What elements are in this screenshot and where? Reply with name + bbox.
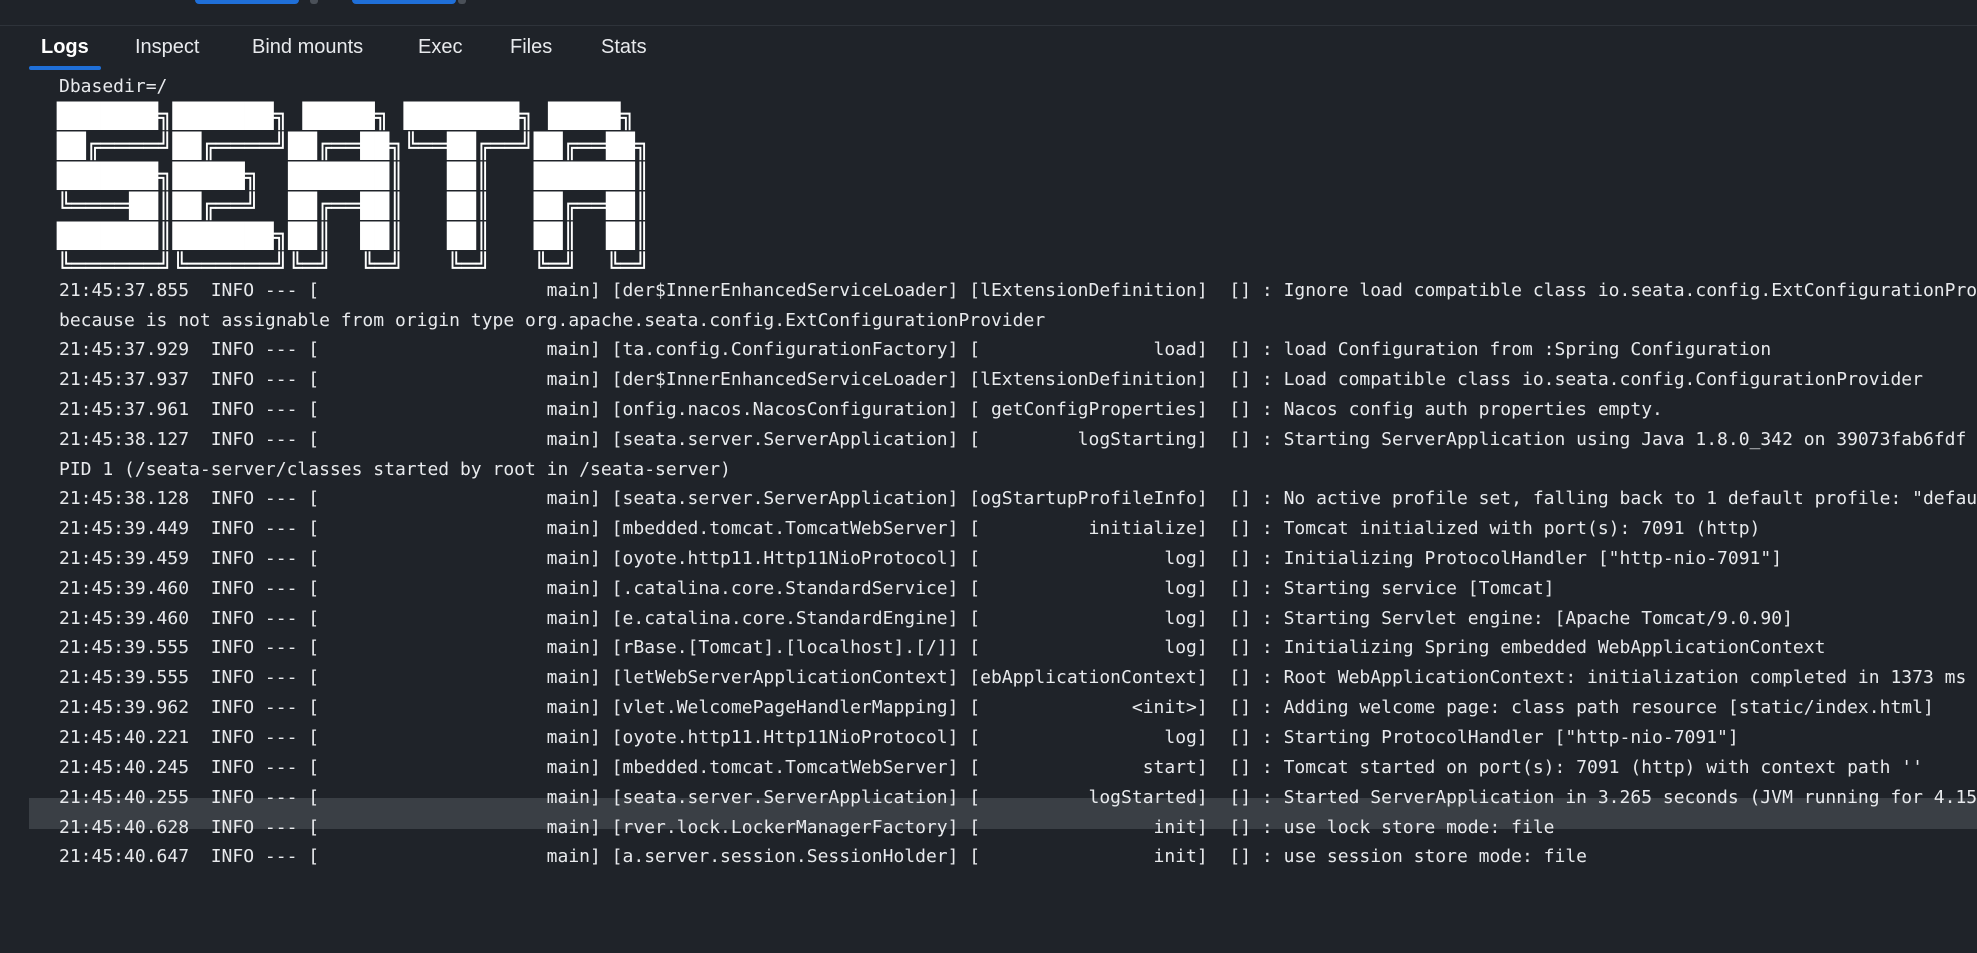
tab-stats[interactable]: Stats	[601, 32, 647, 64]
log-line: 21:45:37.929 INFO --- [ main] [ta.config…	[59, 339, 1772, 360]
log-line: because is not assignable from origin ty…	[59, 310, 1046, 331]
tab-logs[interactable]: Logs	[29, 32, 101, 70]
log-viewer[interactable]: Dbasedir=/ ███████╗███████╗ █████╗ █████…	[0, 70, 1977, 953]
toolbar-button-stub[interactable]	[195, 0, 299, 4]
toolbar-button-stub[interactable]	[352, 0, 456, 4]
container-logs-window: Logs Inspect Bind mounts Exec Files Stat…	[0, 0, 1977, 953]
log-line: 21:45:39.555 INFO --- [ main] [letWebSer…	[59, 667, 1967, 688]
log-line: 21:45:37.855 INFO --- [ main] [der$Inner…	[59, 280, 1977, 301]
log-line: 21:45:40.255 INFO --- [ main] [seata.ser…	[59, 787, 1977, 808]
log-line: 21:45:39.460 INFO --- [ main] [.catalina…	[59, 578, 1555, 599]
log-line: 21:45:39.459 INFO --- [ main] [oyote.htt…	[59, 548, 1783, 569]
top-toolbar-strip	[0, 0, 1977, 26]
log-line: PID 1 (/seata-server/classes started by …	[59, 459, 731, 480]
toolbar-separator-stub	[458, 0, 466, 4]
log-line: 21:45:40.221 INFO --- [ main] [oyote.htt…	[59, 727, 1739, 748]
log-line-basedir: Dbasedir=/	[59, 76, 168, 97]
tab-inspect[interactable]: Inspect	[135, 32, 199, 64]
log-line: 21:45:40.647 INFO --- [ main] [a.server.…	[59, 846, 1588, 867]
ascii-banner-row: ███████║███████╗██║ ██║ ██║ ██║ ██║	[57, 222, 650, 250]
ascii-banner-row: ╚════██║██╔══╝ ██╔══██║ ██║ ██╔══██║	[57, 192, 650, 220]
log-line: 21:45:38.127 INFO --- [ main] [seata.ser…	[59, 429, 1977, 450]
log-line: 21:45:37.961 INFO --- [ main] [onfig.nac…	[59, 399, 1663, 420]
log-line: 21:45:40.245 INFO --- [ main] [mbedded.t…	[59, 757, 1923, 778]
log-line: 21:45:39.555 INFO --- [ main] [rBase.[To…	[59, 637, 1826, 658]
log-line: 21:45:37.937 INFO --- [ main] [der$Inner…	[59, 369, 1923, 390]
log-line: 21:45:39.962 INFO --- [ main] [vlet.Welc…	[59, 697, 1934, 718]
log-line: 21:45:39.460 INFO --- [ main] [e.catalin…	[59, 608, 1793, 629]
ascii-banner-row: ██╔════╝██╔════╝██╔══██╗╚══██╔══╝██╔══██…	[57, 132, 650, 160]
tab-exec[interactable]: Exec	[418, 32, 462, 64]
container-tabs: Logs Inspect Bind mounts Exec Files Stat…	[0, 26, 1977, 70]
tab-files[interactable]: Files	[510, 32, 552, 64]
ascii-banner-row: ███████╗███████╗ █████╗ ████████╗ █████╗	[57, 102, 635, 130]
log-line: 21:45:39.449 INFO --- [ main] [mbedded.t…	[59, 518, 1761, 539]
tab-bind-mounts[interactable]: Bind mounts	[252, 32, 363, 64]
log-line: 21:45:40.628 INFO --- [ main] [rver.lock…	[59, 817, 1555, 838]
log-line: 21:45:38.128 INFO --- [ main] [seata.ser…	[59, 488, 1977, 509]
seata-ascii-banner: ███████╗███████╗ █████╗ ████████╗ █████╗…	[57, 101, 697, 280]
clipped-previous-log-line	[0, 70, 1977, 74]
toolbar-separator-stub	[310, 0, 318, 4]
ascii-banner-row: ███████╗█████╗ ███████║ ██║ ███████║	[57, 162, 650, 190]
